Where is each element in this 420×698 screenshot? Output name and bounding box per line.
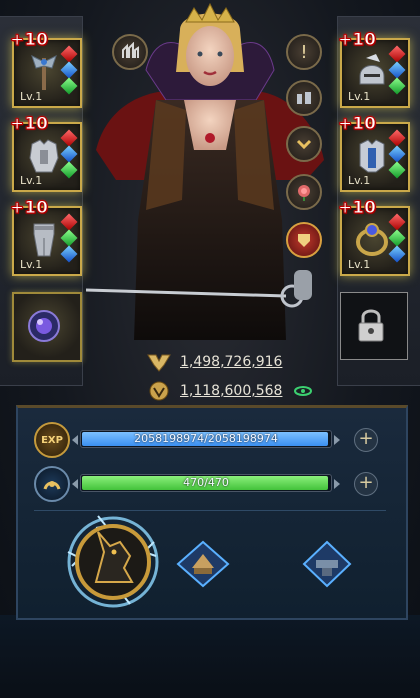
plate-armor-icon [359,139,385,173]
add-exp-button[interactable]: + [354,428,378,452]
stamina-icon [43,481,61,490]
eye-icon[interactable] [294,386,312,396]
bottom-backdrop [0,615,420,698]
gem-sockets [388,45,406,96]
gem-sockets [388,129,406,180]
crystal-orb-icon [28,310,60,342]
gem-sockets [388,213,406,264]
rose-icon[interactable] [286,174,322,210]
chest-armor-icon [29,139,59,173]
might-icon [149,381,169,401]
equipment-slot-accessory[interactable]: +10 Lv.1 [338,198,410,276]
equipment-slot-legs[interactable]: +10 Lv.1 [10,198,82,276]
equipment-slot-special[interactable] [12,292,82,362]
stamina-badge [34,466,70,502]
stamina-bar: 470/470 [80,474,332,492]
equipment-slot-chest[interactable]: +10 Lv.1 [10,114,82,192]
troops-icon[interactable] [286,80,322,116]
ring-icon [356,223,388,256]
camp-skill-icon[interactable] [176,540,230,588]
exp-bar-row: EXP 2058198974/2058198974 + [32,422,392,458]
hero-equipment-screen: +10 Lv.1 +10 Lv.1 +10 Lv.1 +10 Lv.1 +10 … [0,0,420,698]
crest-icon[interactable] [286,222,322,258]
stamina-bar-text: 470/470 [183,476,229,489]
item-level: Lv.1 [348,258,371,271]
info-icon[interactable]: ! [286,34,322,70]
bar-right-arrow-icon [334,435,340,445]
bar-left-arrow-icon [72,479,78,489]
army-icon[interactable] [112,34,148,70]
bar-right-arrow-icon [334,479,340,489]
enhance-level: +10 [338,114,377,135]
anvil-skill-icon[interactable] [302,540,352,588]
exp-badge: EXP [34,422,70,458]
enhance-level: +10 [338,30,377,51]
might-stat: 1,118,600,568 [146,380,282,402]
item-level: Lv.1 [20,258,43,271]
exp-bar-text: 2058198974/2058198974 [134,432,278,445]
enhance-level: +10 [10,114,49,135]
leg-armor-icon [33,223,55,257]
item-level: Lv.1 [20,90,43,103]
power-stat: 1,498,726,916 [146,351,282,373]
gem-sockets [60,213,78,264]
power-value: 1,498,726,916 [180,354,283,370]
equipment-slot-locked[interactable] [340,292,408,360]
war-axe-icon [31,55,57,90]
enhance-level: +10 [338,198,377,219]
enhance-level: +10 [10,198,49,219]
equipment-slot-helmet[interactable]: +10 Lv.1 [338,30,410,108]
power-icon [147,354,171,372]
stamina-bar-row: 470/470 + [32,466,392,502]
item-level: Lv.1 [20,174,43,187]
enhance-level: +10 [10,30,49,51]
gem-sockets [60,129,78,180]
equipment-slot-armor[interactable]: +10 Lv.1 [338,114,410,192]
padlock-icon [358,309,384,342]
item-level: Lv.1 [348,174,371,187]
might-value: 1,118,600,568 [180,383,283,399]
anubis-skill-icon[interactable] [58,512,168,612]
add-stamina-button[interactable]: + [354,472,378,496]
gem-sockets [60,45,78,96]
equipment-slot-weapon[interactable]: +10 Lv.1 [10,30,82,108]
helmet-icon [359,54,385,85]
exp-bar: 2058198974/2058198974 [80,430,332,448]
panel-divider [34,510,386,511]
bar-left-arrow-icon [72,435,78,445]
item-level: Lv.1 [348,90,371,103]
promote-icon[interactable] [286,126,322,162]
